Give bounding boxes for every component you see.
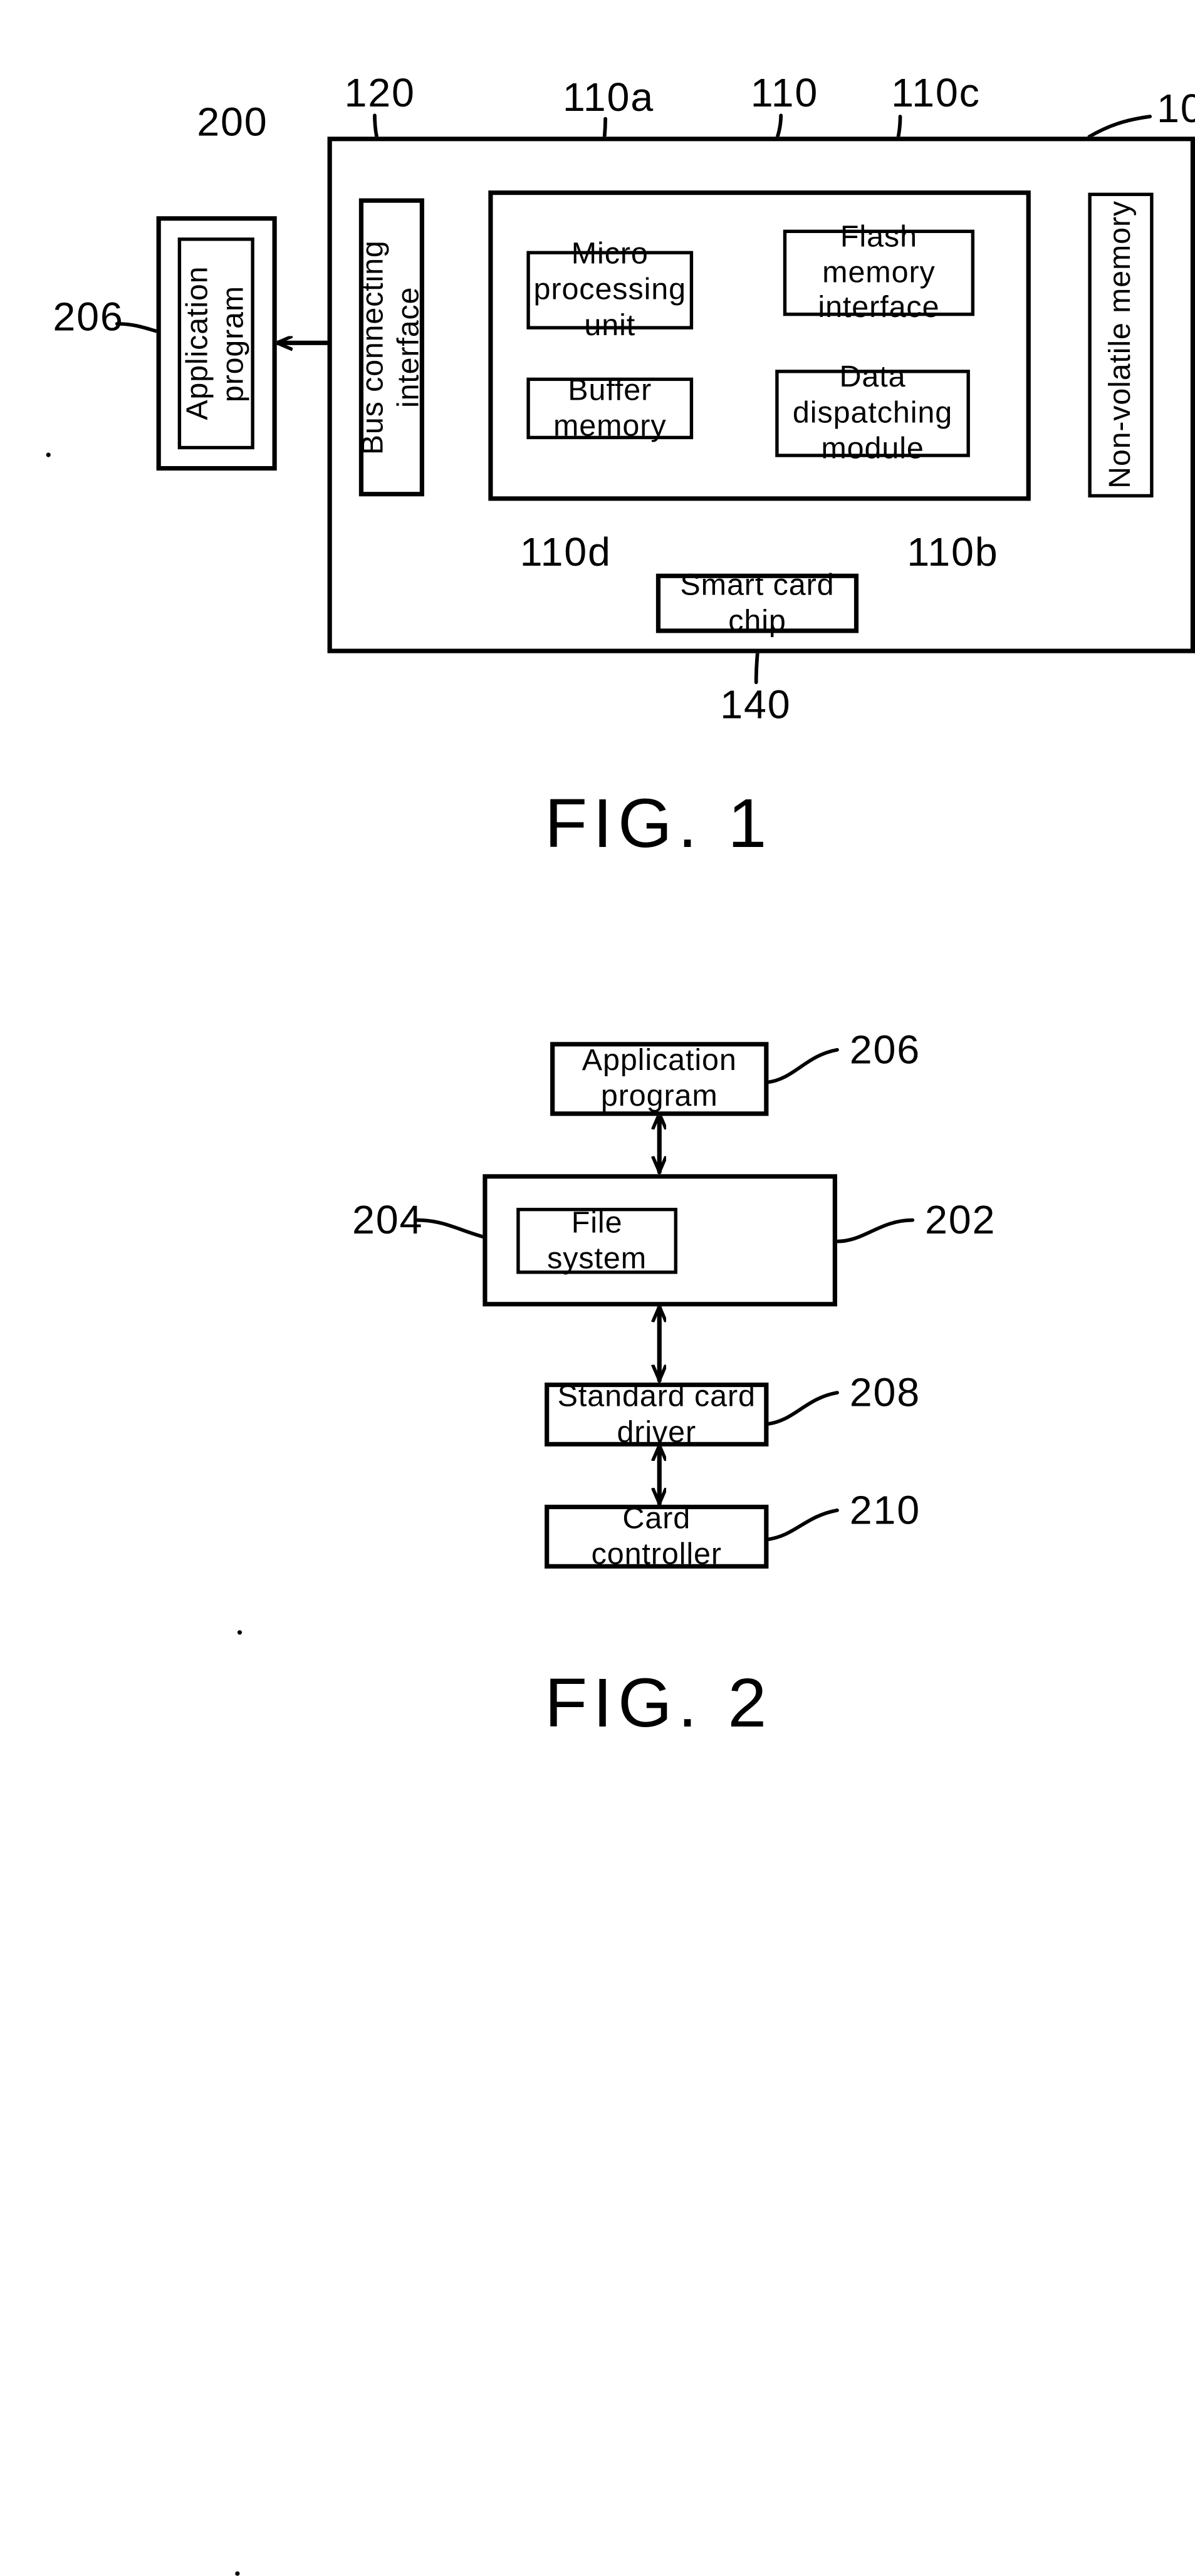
fig1-smart-card-chip-140: Smart card chip: [655, 568, 859, 637]
fig1-data-dispatching-module-label: Data dispatching module: [792, 360, 953, 465]
fig2-file-system-204: File system: [516, 1205, 677, 1274]
fig2-standard-card-driver-208: Standard card driver: [545, 1379, 769, 1448]
fig1-ref-206: 206: [53, 293, 124, 340]
fig1-flash-memory-interface-110c: Flash memory interface: [783, 219, 975, 325]
fig1-micro-processing-unit-110a: Micro processing unit: [526, 237, 694, 341]
fig2-ref-206: 206: [849, 1026, 921, 1072]
fig2-application-program-206: Application program: [550, 1042, 769, 1116]
fig1-ref-110a: 110a: [562, 74, 655, 120]
fig2-card-controller-label: Card controller: [591, 1500, 722, 1571]
fig1-non-volatile-memory-130: Non-volatile memory: [1088, 192, 1154, 498]
fig2-ref-204: 204: [352, 1197, 424, 1243]
fig1-buffer-memory-label: Buffer memory: [553, 372, 667, 442]
fig1-application-program-label: Application program: [180, 266, 250, 421]
scan-speck: [237, 1630, 243, 1635]
fig1-non-volatile-memory-label: Non-volatile memory: [1102, 200, 1137, 489]
patent-drawing-sheet: Application program Bus connecting inter…: [0, 0, 1195, 2576]
scan-speck: [235, 2571, 240, 2576]
fig1-data-dispatching-module-110b: Data dispatching module: [775, 360, 970, 465]
fig1-ref-200: 200: [197, 98, 268, 145]
scan-speck: [46, 452, 51, 457]
fig1-ref-110c: 110c: [891, 69, 981, 116]
fig1-ref-120: 120: [344, 69, 415, 116]
fig1-buffer-memory-110d: Buffer memory: [526, 373, 694, 442]
fig1-ref-110: 110: [750, 69, 819, 116]
fig1-smart-card-chip-label: Smart card chip: [680, 568, 835, 637]
fig1-bus-connecting-interface-label: Bus connecting interface: [355, 240, 425, 455]
fig2-ref-202: 202: [925, 1197, 996, 1243]
fig2-file-system-label: File system: [547, 1205, 647, 1275]
fig1-ref-140: 140: [720, 681, 791, 727]
fig2-caption: FIG. 2: [545, 1665, 773, 1743]
fig1-ref-100: 100: [1156, 85, 1195, 132]
fig2-ref-210: 210: [849, 1487, 921, 1533]
fig2-standard-card-driver-label: Standard card driver: [557, 1378, 756, 1448]
fig2-application-program-label: Application program: [582, 1043, 737, 1113]
fig1-micro-processing-unit-label: Micro processing unit: [533, 236, 686, 342]
fig1-caption: FIG. 1: [545, 785, 773, 863]
fig2-ref-208: 208: [849, 1369, 921, 1415]
fig2-card-controller-210: Card controller: [545, 1501, 769, 1571]
fig1-ref-110b: 110b: [907, 529, 999, 575]
fig1-flash-memory-interface-label: Flash memory interface: [818, 219, 940, 325]
fig1-ref-110d: 110d: [519, 529, 612, 575]
fig1-bus-connecting-interface-120: Bus connecting interface: [356, 198, 425, 497]
fig1-application-program-206: Application program: [177, 237, 254, 450]
